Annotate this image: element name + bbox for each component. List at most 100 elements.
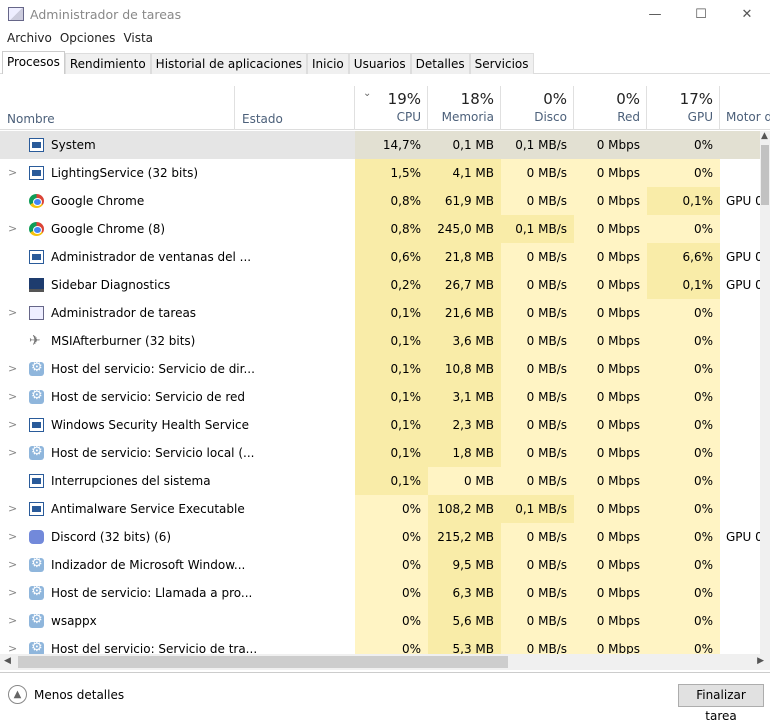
process-name: Google Chrome <box>51 194 145 208</box>
tab-procesos[interactable]: Procesos <box>2 51 65 74</box>
mem-cell: 21,8 MB <box>428 243 501 271</box>
menu-opciones[interactable]: Opciones <box>56 31 120 45</box>
col-status[interactable]: Estado <box>235 86 355 130</box>
less-details-button[interactable]: ▲ Menos detalles <box>8 685 124 704</box>
process-row[interactable]: > Administrador de tareas 0,1% 21,6 MB 0 MB/… <box>0 299 760 327</box>
scroll-right-icon[interactable]: ▶ <box>757 656 764 666</box>
disk-cell: 0 MB/s <box>501 467 574 495</box>
horizontal-scroll-thumb[interactable] <box>18 656 508 668</box>
disk-total: 0% <box>543 90 567 108</box>
tab-usuarios[interactable]: Usuarios <box>348 53 411 74</box>
gpu-cell: 0% <box>647 159 720 187</box>
process-row[interactable]: Google Chrome 0,8% 61,9 MB 0 MB/s 0 Mbps 0,1%… <box>0 187 760 215</box>
process-name-cell: > Host de servicio: Servicio local (... <box>0 439 254 467</box>
maximize-button[interactable]: ☐ <box>678 0 724 28</box>
minimize-button[interactable]: — <box>632 0 678 28</box>
expand-chevron-icon[interactable]: > <box>8 607 17 635</box>
cpu-cell: 0,1% <box>355 327 428 355</box>
vertical-scroll-thumb[interactable] <box>761 145 769 205</box>
process-row[interactable]: > Discord (32 bits) (6) 0% 215,2 MB 0 MB/s 0 … <box>0 523 760 551</box>
process-row[interactable]: > Windows Security Health Service 0,1% 2,3 … <box>0 411 760 439</box>
expand-chevron-icon[interactable]: > <box>8 355 17 383</box>
vertical-scrollbar[interactable]: ▲ <box>760 131 770 654</box>
process-name: Host de servicio: Servicio local (... <box>51 446 255 460</box>
process-row[interactable]: Interrupciones del sistema 0,1% 0 MB 0 MB/s… <box>0 467 760 495</box>
process-row[interactable]: > Host de servicio: Servicio local (... 0,… <box>0 439 760 467</box>
process-name: MSIAfterburner (32 bits) <box>51 334 196 348</box>
col-disk[interactable]: 0% Disco <box>501 86 574 130</box>
menu-archivo[interactable]: Archivo <box>3 31 56 45</box>
process-row[interactable]: > Host del servicio: Servicio de dir... 0,… <box>0 355 760 383</box>
process-row[interactable]: Administrador de ventanas del ... 0,6% 21,… <box>0 243 760 271</box>
net-cell: 0 Mbps <box>574 243 647 271</box>
tab-historial[interactable]: Historial de aplicaciones <box>150 53 308 74</box>
process-name-cell: Sidebar Diagnostics <box>0 271 234 299</box>
tab-detalles[interactable]: Detalles <box>410 53 470 74</box>
expand-chevron-icon[interactable]: > <box>8 383 17 411</box>
col-memory[interactable]: 18% Memoria <box>428 86 501 130</box>
gpu-cell: 0% <box>647 579 720 607</box>
mem-cell: 5,6 MB <box>428 607 501 635</box>
col-network[interactable]: 0% Red <box>574 86 647 130</box>
process-row[interactable]: >Host de servicio: Llamada a pro...0%6,3… <box>0 579 760 607</box>
expand-chevron-icon[interactable]: > <box>8 523 17 551</box>
gpu-cell: 0% <box>647 523 720 551</box>
gpu-label: GPU <box>687 110 713 124</box>
process-row[interactable]: MSIAfterburner (32 bits) 0,1%3,6 MB0 MB/s… <box>0 327 760 355</box>
chrome-process-icon <box>29 194 44 208</box>
disk-cell: 0 MB/s <box>501 523 574 551</box>
col-gpu[interactable]: 17% GPU <box>647 86 720 130</box>
expand-chevron-icon[interactable]: > <box>8 439 17 467</box>
expand-chevron-icon[interactable]: > <box>8 411 17 439</box>
process-name-cell: Interrupciones del sistema <box>0 467 234 495</box>
process-name-cell: > Indizador de Microsoft Window... <box>0 551 245 579</box>
expand-chevron-icon[interactable]: > <box>8 495 17 523</box>
tab-servicios[interactable]: Servicios <box>469 53 534 74</box>
footer: ▲ Menos detalles Finalizar tarea <box>0 672 770 723</box>
monitor-process-icon <box>29 278 44 292</box>
expand-chevron-icon[interactable]: > <box>8 215 17 243</box>
process-name: Host del servicio: Servicio de dir... <box>51 362 255 376</box>
expand-chevron-icon[interactable]: > <box>8 579 17 607</box>
chrome-process-icon <box>29 222 44 236</box>
process-row[interactable]: > Google Chrome (8) 0,8% 245,0 MB 0,1 MB/s 0 … <box>0 215 760 243</box>
process-name: wsappx <box>51 614 97 628</box>
col-name[interactable]: Nombre <box>0 86 235 130</box>
mem-cell: 6,3 MB <box>428 579 501 607</box>
process-row[interactable]: Sidebar Diagnostics 0,2% 26,7 MB 0 MB/s 0 Mb… <box>0 271 760 299</box>
disk-cell: 0 MB/s <box>501 159 574 187</box>
end-task-button[interactable]: Finalizar tarea <box>678 684 764 723</box>
gpu-total: 17% <box>679 90 713 108</box>
scroll-up-icon[interactable]: ▲ <box>761 131 768 141</box>
process-row[interactable]: > Host del servicio: Servicio de tra... 0%… <box>0 635 760 654</box>
menu-vista[interactable]: Vista <box>119 31 157 45</box>
col-cpu[interactable]: ⌄ 19% CPU <box>355 86 428 130</box>
process-row[interactable]: > LightingService (32 bits) 1,5% 4,1 MB 0 MB… <box>0 159 760 187</box>
process-row[interactable]: System 14,7% 0,1 MB 0,1 MB/s 0 Mbps 0% <box>0 131 760 159</box>
gpu-engine-cell: GPU 0 <box>726 278 760 292</box>
process-row[interactable]: >Indizador de Microsoft Window...0%9,5 M… <box>0 551 760 579</box>
close-button[interactable]: ✕ <box>724 0 770 28</box>
col-gpu-engine[interactable]: Motor d <box>720 86 770 130</box>
process-row[interactable]: > Antimalware Service Executable 0% 108,2 M… <box>0 495 760 523</box>
scroll-left-icon[interactable]: ◀ <box>4 656 11 666</box>
gpu-engine-cell <box>720 495 760 523</box>
gpu-cell: 0% <box>647 131 720 159</box>
process-name-cell: > Google Chrome (8) <box>0 215 234 243</box>
net-cell: 0 Mbps <box>574 299 647 327</box>
expand-chevron-icon[interactable]: > <box>8 299 17 327</box>
disk-cell: 0,1 MB/s <box>501 495 574 523</box>
expand-chevron-icon[interactable]: > <box>8 635 17 654</box>
horizontal-scrollbar[interactable]: ◀ ▶ <box>0 654 770 670</box>
tab-inicio[interactable]: Inicio <box>307 53 349 74</box>
net-cell: 0 Mbps <box>574 383 647 411</box>
process-name-cell: Administrador de ventanas del ... <box>0 243 251 271</box>
process-row[interactable]: > Host de servicio: Servicio de red 0,1%3,… <box>0 383 760 411</box>
process-name-cell: > wsappx <box>0 607 234 635</box>
net-cell: 0 Mbps <box>574 355 647 383</box>
expand-chevron-icon[interactable]: > <box>8 551 17 579</box>
gear-process-icon <box>29 443 44 461</box>
tab-rendimiento[interactable]: Rendimiento <box>64 53 151 74</box>
expand-chevron-icon[interactable]: > <box>8 159 17 187</box>
process-row[interactable]: >wsappx0%5,6 MB0 MB/s0 Mbps0% <box>0 607 760 635</box>
